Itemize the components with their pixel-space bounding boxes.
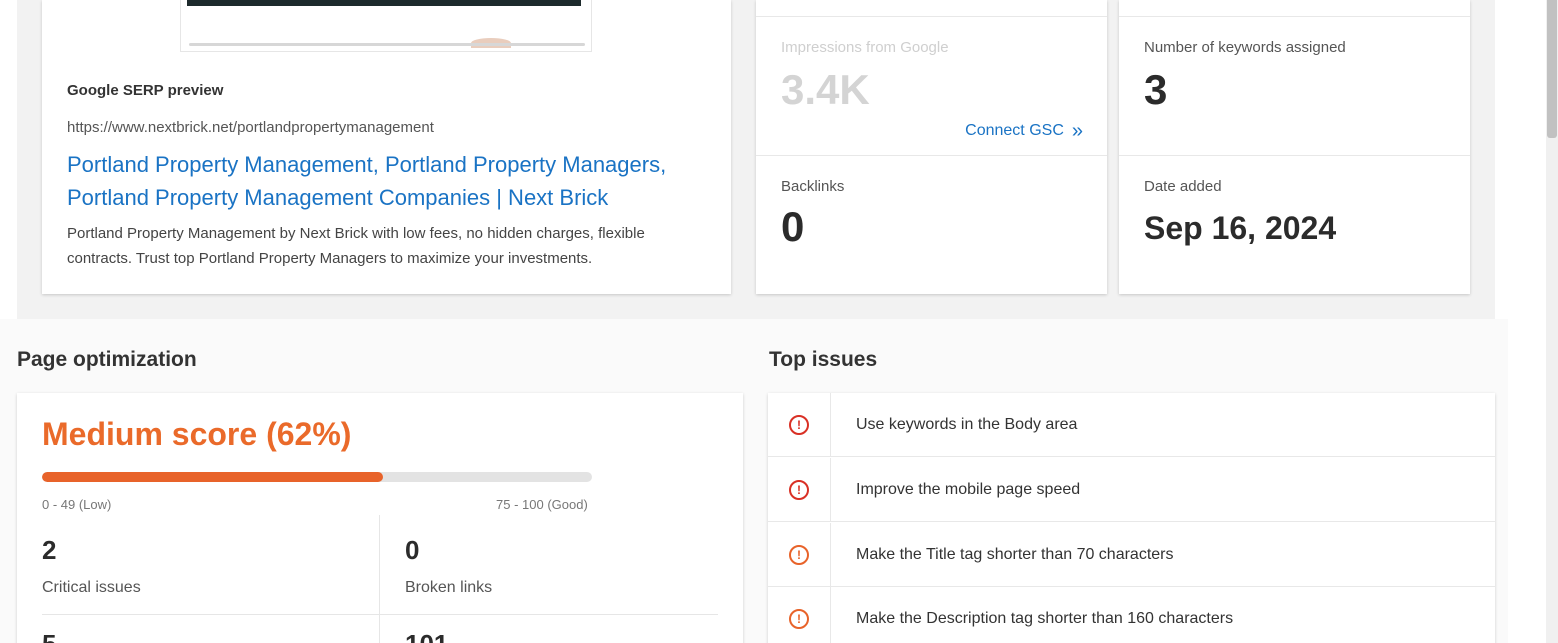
issue-row[interactable]: ! Make the Title tag shorter than 70 cha…: [768, 523, 1495, 587]
thumbnail-image: [187, 0, 581, 6]
issue-row[interactable]: ! Improve the mobile page speed: [768, 458, 1495, 522]
divider: [42, 614, 718, 615]
page-optimization-card: Medium score (62%) 0 - 49 (Low) 75 - 100…: [17, 393, 743, 643]
score-progress-bar: [42, 472, 592, 482]
serp-description: Portland Property Management by Next Bri…: [67, 225, 645, 267]
issue-text: Improve the mobile page speed: [856, 480, 1081, 498]
serp-url: https://www.nextbrick.net/portlandproper…: [67, 119, 434, 136]
serp-title-link[interactable]: Portland Property Management, Portland P…: [67, 148, 707, 214]
divider: [756, 16, 1107, 17]
top-issues-title: Top issues: [769, 348, 878, 371]
keywords-value: 3: [1144, 66, 1168, 113]
alert-circle-icon: !: [789, 544, 809, 565]
date-added-value: Sep 16, 2024: [1144, 210, 1337, 246]
issue-text: Make the Description tag shorter than 16…: [856, 609, 1234, 627]
metrics-card-right: Number of keywords assigned 3 Date added…: [1119, 0, 1470, 294]
alert-circle-icon: !: [789, 608, 809, 629]
impressions-value: 3.4K: [781, 66, 870, 113]
divider: [1119, 16, 1470, 17]
serp-preview-card: Google SERP preview https://www.nextbric…: [42, 0, 731, 294]
stat-value: 101: [405, 629, 448, 643]
thumbnail-scrollbar: [189, 43, 585, 46]
broken-links-label: Broken links: [405, 579, 493, 596]
scrollbar-track[interactable]: [1546, 0, 1558, 643]
divider: [379, 515, 380, 643]
issue-icon-cell: !: [768, 523, 831, 586]
issue-row[interactable]: ! Use keywords in the Body area: [768, 393, 1495, 457]
critical-issues-value: 2: [42, 535, 57, 565]
double-chevron-right-icon: »: [1071, 120, 1083, 142]
critical-issues-label: Critical issues: [42, 579, 141, 596]
issue-icon-cell: !: [768, 458, 831, 521]
score-progress-fill: [42, 472, 383, 482]
divider: [1119, 155, 1470, 156]
issue-icon-cell: !: [768, 393, 831, 456]
broken-links-value: 0: [405, 535, 420, 565]
top-issues-card: ! Use keywords in the Body area ! Improv…: [768, 393, 1495, 643]
connect-gsc-label: Connect GSC: [965, 122, 1064, 139]
scrollbar-thumb[interactable]: [1547, 0, 1557, 138]
backlinks-label: Backlinks: [781, 178, 845, 195]
range-low-label: 0 - 49 (Low): [42, 497, 112, 512]
alert-circle-icon: !: [789, 479, 809, 500]
issue-text: Use keywords in the Body area: [856, 415, 1078, 433]
page-optimization-title: Page optimization: [17, 348, 197, 371]
serp-preview-heading: Google SERP preview: [67, 82, 224, 99]
backlinks-value: 0: [781, 203, 805, 250]
divider: [756, 155, 1107, 156]
issue-row[interactable]: ! Make the Description tag shorter than …: [768, 587, 1495, 643]
metrics-card-left: Impressions from Google 3.4K Connect GSC…: [756, 0, 1107, 294]
impressions-label: Impressions from Google: [781, 39, 949, 56]
issue-icon-cell: !: [768, 587, 831, 643]
issue-text: Make the Title tag shorter than 70 chara…: [856, 545, 1174, 563]
page-screenshot-thumbnail: [180, 0, 592, 52]
connect-gsc-link[interactable]: Connect GSC »: [965, 120, 1083, 142]
date-added-label: Date added: [1144, 178, 1222, 195]
alert-circle-icon: !: [789, 414, 809, 435]
keywords-label: Number of keywords assigned: [1144, 39, 1346, 56]
range-good-label: 75 - 100 (Good): [496, 497, 588, 512]
score-label: Medium score (62%): [42, 416, 352, 452]
stat-value: 5: [42, 629, 56, 643]
